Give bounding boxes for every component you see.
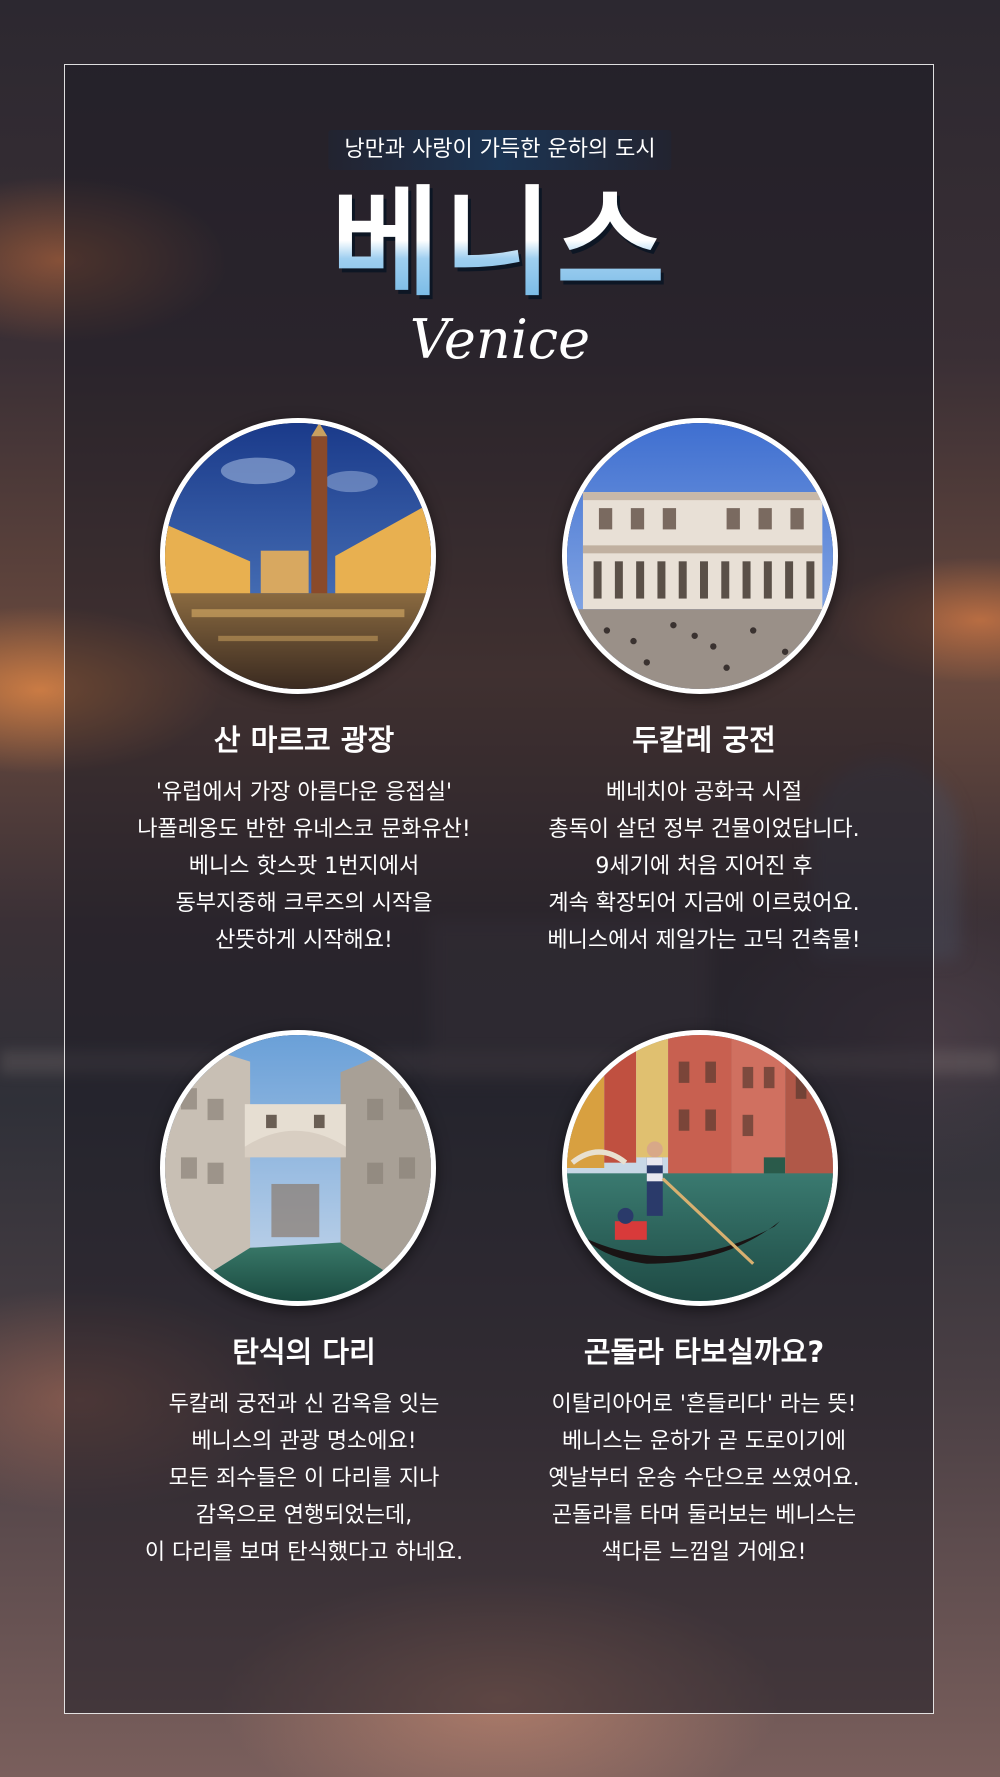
page-subtitle: Venice [409,308,591,371]
card-description-line: 옛날부터 운송 수단으로 쓰였어요. [548,1466,860,1491]
card-description-line: 감옥으로 연행되었는데, [195,1503,413,1528]
card-description-line: 이 다리를 보며 탄식했다고 하네요. [144,1540,464,1565]
card-description-line: 산뜻하게 시작해요! [215,928,393,953]
doge-palace-photo [562,418,838,694]
card-description: 베네치아 공화국 시절 총독이 살던 정부 건물이었답니다. 9세기에 처음 지… [484,774,924,959]
card-description-line: 9세기에 처음 지어진 후 [595,854,813,879]
card-description-line: 베네치아 공화국 시절 [605,780,803,805]
card-description-line: 나폴레옹도 반한 유네스코 문화유산! [137,817,471,842]
card-description-line: 베니스는 운하가 곧 도로이기에 [561,1429,847,1454]
card-description-line: 동부지중해 크루즈의 시작을 [175,891,433,916]
piazza-san-marco-photo [160,418,436,694]
card-title: 산 마르코 광장 [213,723,395,757]
card-description-line: 계속 확장되어 지금에 이르렀어요. [548,891,860,916]
card-description-line: 이탈리아어로 '흔들리다' 라는 뜻! [551,1392,857,1417]
card-description-line: 총독이 살던 정부 건물이었답니다. [548,817,860,842]
card-title: 탄식의 다리 [232,1335,376,1369]
card-title: 두칼레 궁전 [632,723,776,757]
gondola-canal-photo [562,1030,838,1306]
tagline-banner: 낭만과 사랑이 가득한 운하의 도시 [328,130,672,170]
page-title: 베니스 [0,178,1000,308]
card-description-line: '유럽에서 가장 아름다운 응접실' [155,780,453,805]
card-description-line: 모든 죄수들은 이 다리를 지나 [168,1466,440,1491]
card-description-line: 베니스의 관광 명소에요! [191,1429,417,1454]
card-title: 곤돌라 타보실까요? [583,1335,825,1369]
card-description-line: 곤돌라를 타며 둘러보는 베니스는 [551,1503,857,1528]
bridge-of-sighs-photo [160,1030,436,1306]
card-description-line: 베니스 핫스팟 1번지에서 [188,854,420,879]
card-description-line: 색다른 느낌일 거에요! [601,1540,807,1565]
card-description-line: 두칼레 궁전과 신 감옥을 잇는 [168,1392,440,1417]
card-description: '유럽에서 가장 아름다운 응접실' 나폴레옹도 반한 유네스코 문화유산! 베… [84,774,524,959]
card-description: 두칼레 궁전과 신 감옥을 잇는 베니스의 관광 명소에요! 모든 죄수들은 이… [84,1386,524,1571]
card-description-line: 베니스에서 제일가는 고딕 건축물! [547,928,861,953]
card-description: 이탈리아어로 '흔들리다' 라는 뜻! 베니스는 운하가 곧 도로이기에 옛날부… [484,1386,924,1571]
